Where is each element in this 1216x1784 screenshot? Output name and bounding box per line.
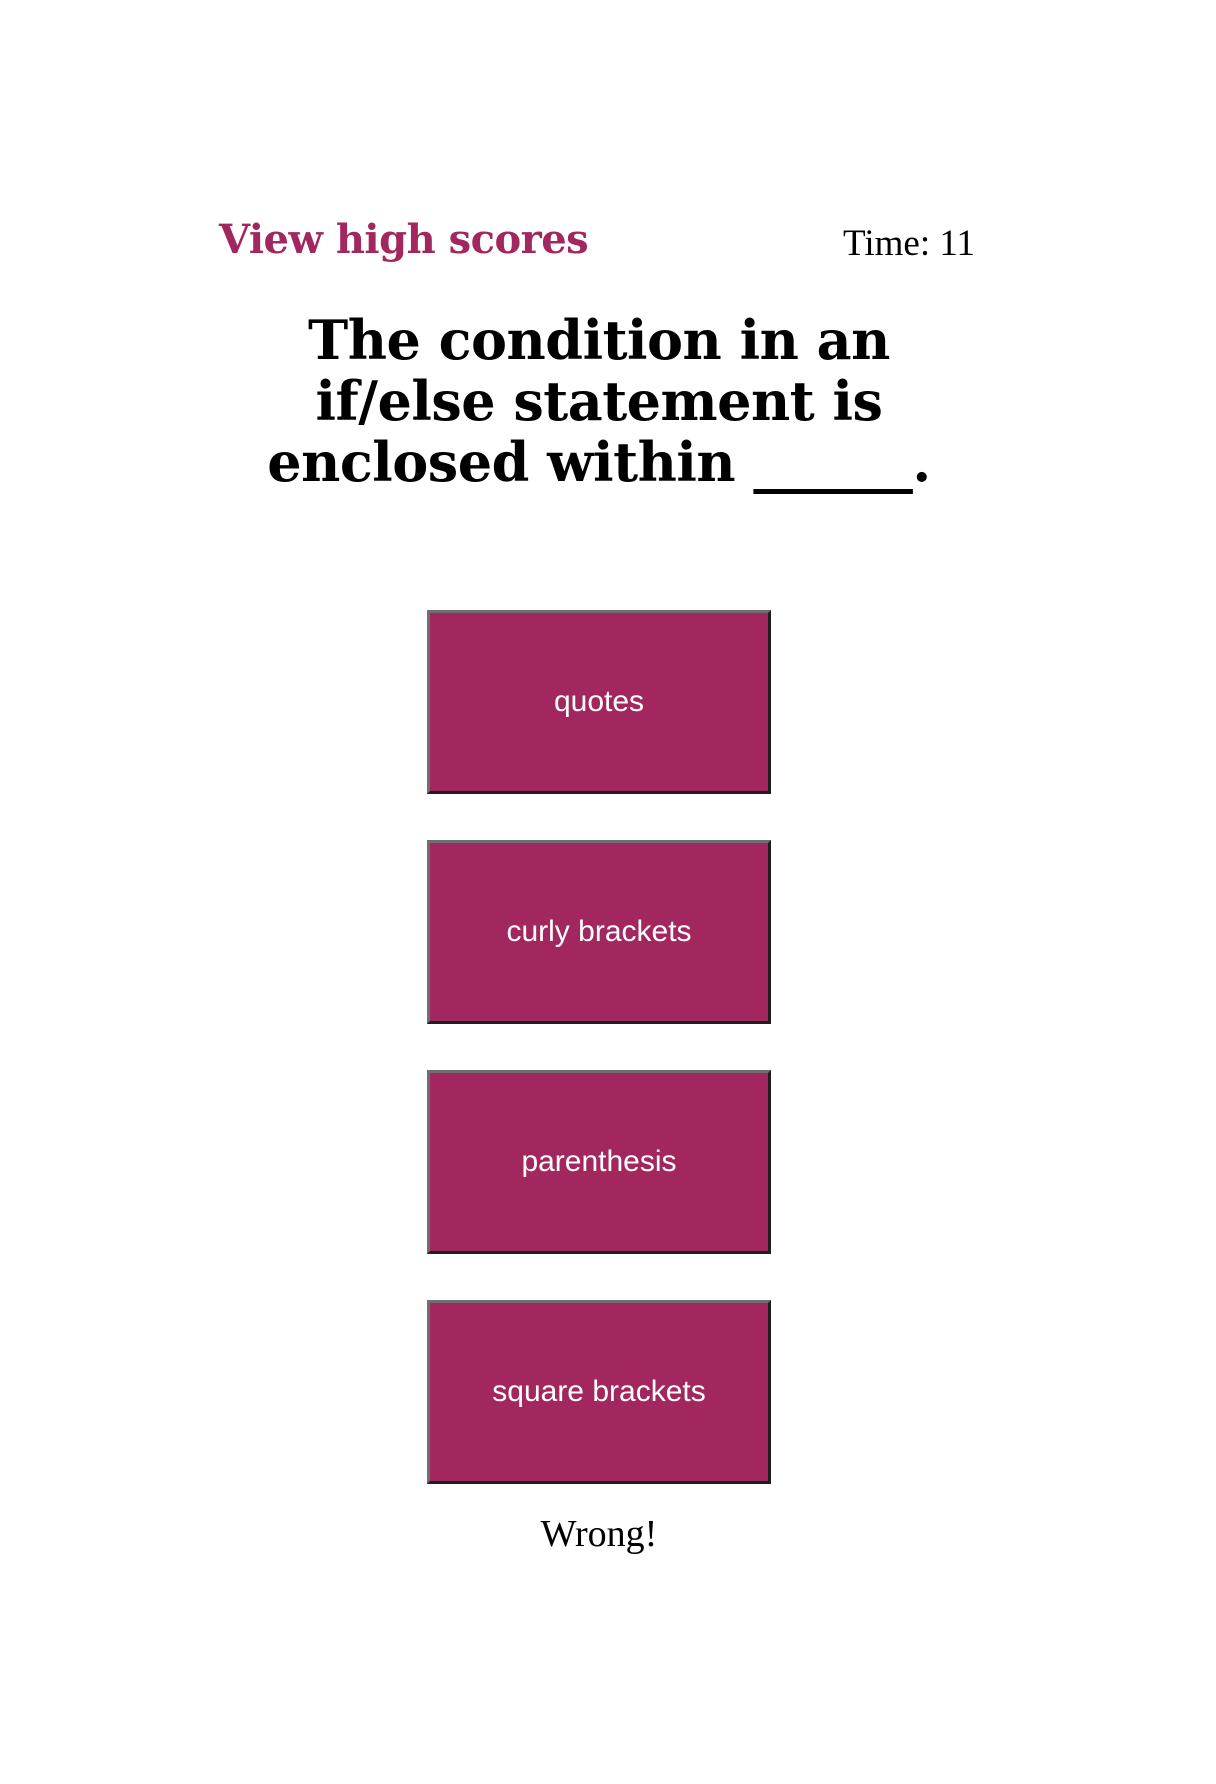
answer-feedback: Wrong! xyxy=(540,1513,658,1555)
view-high-scores-link[interactable]: View high scores xyxy=(219,216,589,263)
question-text: The condition in an if/else statement is… xyxy=(267,308,931,494)
answer-button-quotes[interactable]: quotes xyxy=(427,610,771,794)
answer-button-square-brackets[interactable]: square brackets xyxy=(427,1300,771,1484)
answer-choices: quotes curly brackets parenthesis square… xyxy=(427,610,771,1530)
quiz-header: View high scores Time: 11 xyxy=(219,210,979,280)
timer-display: Time: 11 xyxy=(843,223,975,264)
quiz-container: View high scores Time: 11 The condition … xyxy=(219,210,979,1610)
answer-button-curly-brackets[interactable]: curly brackets xyxy=(427,840,771,1024)
answer-button-parenthesis[interactable]: parenthesis xyxy=(427,1070,771,1254)
